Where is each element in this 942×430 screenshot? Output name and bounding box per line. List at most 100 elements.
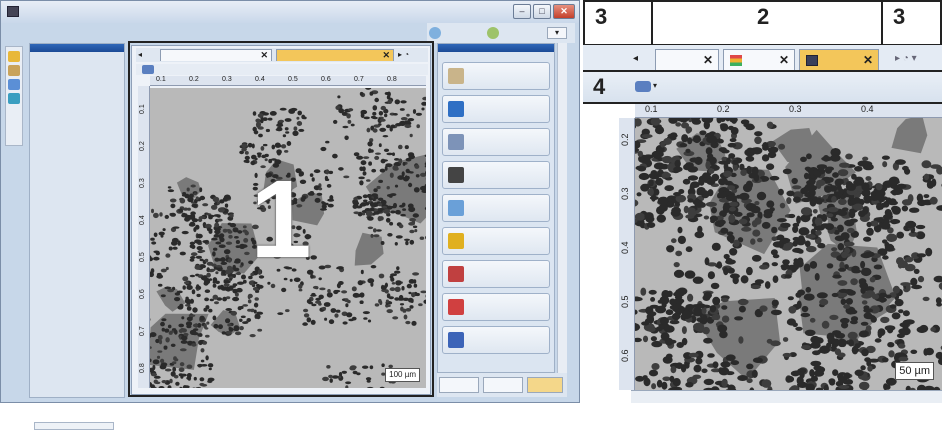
dark-particle — [772, 237, 778, 242]
dark-particle — [689, 353, 699, 358]
dark-particle — [754, 217, 761, 225]
zoomed-detail-panel: 3 2 3 ◂ ✕ ✕ ✕ ▸ ◔ ▾ 4 ▾ 0.10.20.30.4 0.2… — [583, 0, 942, 403]
dark-particle — [878, 297, 887, 302]
dark-particle — [786, 191, 794, 197]
dark-particle — [865, 252, 875, 257]
dark-particle — [699, 180, 705, 185]
dark-particle — [874, 265, 883, 270]
dark-particle — [838, 376, 847, 383]
tab-document-2[interactable]: ✕ — [723, 49, 795, 71]
dark-particle — [816, 198, 823, 205]
dark-particle — [832, 275, 841, 279]
tab-tools[interactable] — [439, 377, 479, 393]
dark-particle — [922, 160, 932, 168]
dark-particle — [662, 172, 671, 177]
pen-icon[interactable] — [635, 81, 651, 92]
dark-particle — [750, 238, 755, 244]
dark-particle — [739, 164, 744, 171]
dark-particle — [647, 313, 654, 321]
tab-fields[interactable] — [483, 377, 523, 393]
dark-particle — [659, 204, 668, 212]
tool-button[interactable] — [442, 260, 550, 288]
dark-particle — [728, 153, 735, 159]
dark-particle — [651, 336, 657, 341]
tool-button[interactable] — [442, 128, 550, 156]
close-icon[interactable]: ✕ — [703, 50, 713, 70]
callout-cell-2: 2 — [651, 0, 883, 46]
dark-particle — [815, 171, 822, 178]
dark-particle — [815, 273, 820, 281]
dark-particle — [817, 292, 828, 298]
dark-particle — [930, 197, 938, 205]
tab-scroll-left-icon[interactable]: ◂ — [633, 53, 638, 64]
dark-particle — [850, 278, 858, 285]
tool-button[interactable] — [442, 227, 550, 255]
dark-particle — [687, 294, 693, 302]
dark-particle — [717, 325, 727, 333]
dark-particle — [801, 345, 811, 349]
horizontal-scrollbar[interactable] — [631, 390, 942, 403]
dark-particle — [669, 376, 674, 382]
tab-document-active[interactable]: ✕ — [799, 49, 879, 71]
tool-button[interactable] — [442, 194, 550, 222]
dark-particle — [895, 159, 906, 165]
chevron-down-icon[interactable]: ▾ — [547, 27, 567, 39]
dark-particle — [706, 135, 717, 143]
dark-particle — [859, 278, 867, 285]
tool-button[interactable] — [442, 326, 550, 354]
dark-particle — [827, 263, 834, 268]
bottom-tab-strip — [437, 373, 567, 397]
dark-particle — [647, 222, 656, 228]
dark-particle — [927, 181, 934, 189]
dark-particle — [822, 321, 830, 329]
dark-particle — [835, 235, 846, 241]
dark-particle — [930, 327, 936, 332]
close-icon[interactable]: ✕ — [779, 50, 789, 70]
settings-tab-icon[interactable] — [487, 27, 499, 39]
tool-button[interactable] — [442, 62, 550, 90]
tab-document-1[interactable]: ✕ — [655, 49, 719, 71]
image-icon[interactable] — [8, 79, 20, 90]
horizontal-scrollbar[interactable] — [34, 422, 114, 430]
dark-particle — [726, 231, 733, 235]
maximize-button[interactable]: □ — [533, 4, 551, 19]
close-icon[interactable]: ✕ — [863, 50, 873, 70]
folder-icon[interactable] — [8, 51, 20, 62]
dark-particle — [801, 313, 811, 317]
minimize-button[interactable]: – — [513, 4, 531, 19]
dark-particle — [910, 350, 917, 354]
dark-particle — [804, 294, 815, 301]
dark-particle — [882, 161, 887, 167]
close-button[interactable]: ✕ — [553, 4, 575, 19]
tab-results[interactable] — [527, 377, 563, 393]
dark-particle — [752, 370, 758, 378]
layers-icon[interactable] — [8, 93, 20, 104]
tool-button[interactable] — [442, 95, 550, 123]
dark-particle — [838, 385, 849, 389]
dark-particle — [813, 209, 818, 214]
tab-overflow-icon[interactable]: ▸ ◔ ▾ — [895, 53, 917, 64]
dark-particle — [747, 378, 753, 383]
tool-button[interactable] — [442, 161, 550, 189]
dark-particle — [848, 310, 857, 315]
dark-particle — [890, 219, 900, 224]
dark-particle — [673, 192, 681, 196]
tool-button[interactable] — [442, 293, 550, 321]
dark-particle — [936, 297, 942, 304]
dark-particle — [676, 362, 683, 369]
vertical-scrollbar[interactable] — [557, 43, 567, 373]
dark-particle — [838, 211, 848, 216]
dark-particle — [783, 337, 788, 342]
dark-particle — [743, 184, 750, 191]
dark-particle — [708, 189, 714, 196]
dark-particle — [861, 322, 869, 326]
globe-icon[interactable] — [429, 27, 441, 39]
dark-particle — [802, 306, 809, 312]
dark-particle — [839, 289, 849, 293]
dark-particle — [909, 208, 919, 213]
chevron-down-icon[interactable]: ▾ — [653, 81, 657, 90]
tools-icon[interactable] — [8, 65, 20, 76]
ruler-tick-label: 0.5 — [620, 295, 630, 308]
vertical-ruler: 0.20.30.40.50.6 — [619, 118, 635, 390]
ruler-tick-label: 0.2 — [717, 104, 730, 114]
